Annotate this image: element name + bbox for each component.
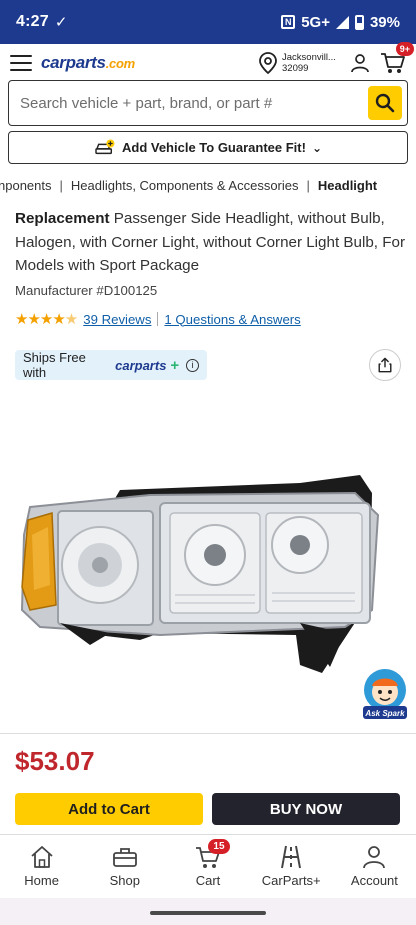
share-button[interactable] [369,349,401,381]
ask-spark-button[interactable]: Ask Spark [362,668,408,720]
location-city: Jacksonvill... [282,52,336,63]
location-selector[interactable]: Jacksonvill... 32099 [258,51,342,75]
nav-label-carparts-plus: CarParts+ [261,873,321,888]
home-indicator[interactable] [150,911,266,915]
battery-icon [354,14,364,30]
nav-item-carparts-plus[interactable]: CarParts+ [250,835,333,898]
nav-item-account[interactable]: Account [333,835,416,898]
star-rating-icon: ★★★★★ [15,311,78,328]
product-price: $53.07 [15,746,95,776]
add-vehicle-label: Add Vehicle To Guarantee Fit! [121,140,306,155]
battery-label: 39% [369,13,400,31]
reviews-link[interactable]: 39 Reviews [83,312,151,327]
status-time: 4:27 [16,13,49,30]
add-to-cart-button[interactable]: Add to Cart [15,793,203,825]
plus-icon: + [170,356,180,374]
breadcrumb-item[interactable]: nponents [0,178,52,193]
nav-label-account: Account [350,873,398,888]
bottom-nav: Home Shop 15 Cart CarParts+ Account [0,834,416,898]
road-icon [281,845,302,869]
ships-free-badge[interactable]: Ships Free with carparts + i [15,350,207,380]
nav-label-home: Home [24,873,59,888]
network-label: 5G+ [301,13,330,31]
person-icon [363,846,386,869]
buy-now-button[interactable]: BUY NOW [212,793,400,825]
rating-row: ★★★★★ 39 Reviews 1 Questions & Answers [15,310,301,328]
product-title-bold: Replacement [15,210,110,227]
breadcrumb-separator: | [306,178,310,193]
product-image-headlight[interactable] [0,395,416,730]
qa-link[interactable]: 1 Questions & Answers [164,312,300,327]
cart-count-badge: 9+ [395,42,414,56]
car-plus-icon [95,138,115,154]
breadcrumb-current[interactable]: Headlight [318,178,377,193]
location-zip: 32099 [282,63,309,74]
chevron-down-icon: ⌄ [311,140,323,155]
breadcrumb-separator: | [59,178,63,193]
status-bar: 4:27 ✓ N 5G+ 39% [0,0,416,44]
share-icon [378,357,392,373]
nav-item-cart[interactable]: 15 Cart [166,835,249,898]
divider [157,312,159,326]
nav-cart-badge: 15 [208,839,230,854]
ships-free-text: Ships Free with [23,350,86,380]
home-icon [30,846,53,868]
logo-main: carparts [41,53,106,72]
app-header: carparts.com Jacksonvill... 32099 9+ [0,42,416,82]
nav-item-home[interactable]: Home [0,835,83,898]
nav-item-shop[interactable]: Shop [83,835,166,898]
manufacturer-number: Manufacturer #D100125 [15,283,158,298]
nfc-icon: N [281,15,296,29]
product-title: Replacement Passenger Side Headlight, wi… [15,207,405,278]
header-cart-button[interactable]: 9+ [380,42,414,75]
breadcrumb: nponents | Headlights, Components & Acce… [0,178,416,196]
carparts-logo[interactable]: carparts.com [41,53,135,73]
search-icon [375,93,395,113]
signal-icon [335,15,349,29]
search-button[interactable] [368,86,402,120]
ships-free-brand: carparts [115,357,167,373]
location-text: Jacksonvill... 32099 [282,52,342,74]
add-vehicle-button[interactable]: Add Vehicle To Guarantee Fit! ⌄ [8,131,408,164]
ask-spark-label: Ask Spark [364,709,405,718]
check-icon: ✓ [54,14,68,31]
info-icon[interactable]: i [186,358,199,372]
gesture-bar [0,898,416,925]
search-input[interactable]: Search vehicle + part, brand, or part # [20,95,368,112]
toolbox-icon [112,848,137,867]
nav-label-shop: Shop [109,873,140,888]
location-pin-icon [259,52,277,75]
status-right: N 5G+ 39% [281,14,400,31]
account-icon[interactable] [350,53,370,73]
nav-label-cart: Cart [195,873,221,888]
breadcrumb-item[interactable]: Headlights, Components & Accessories [71,178,299,193]
logo-suffix: .com [105,56,135,71]
search-bar[interactable]: Search vehicle + part, brand, or part # [8,80,408,126]
menu-icon[interactable] [10,55,32,71]
divider [0,733,416,734]
